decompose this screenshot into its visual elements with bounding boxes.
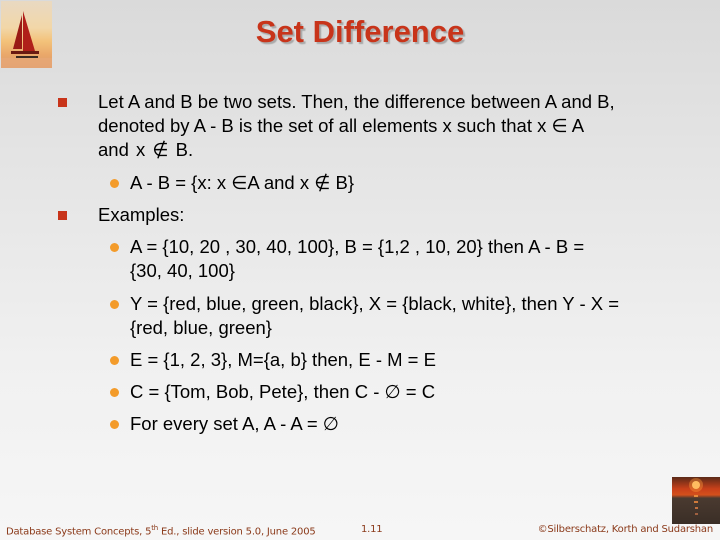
round-bullet-icon	[110, 179, 119, 188]
square-bullet-icon	[58, 211, 67, 220]
example-line: E = {1, 2, 3}, M={a, b} then, E - M = E	[130, 349, 436, 370]
footer-source: Database System Concepts, 5th Ed., slide…	[6, 524, 316, 537]
bullet-line: Examples:	[98, 204, 185, 225]
example-item: C = {Tom, Bob, Pete}, then C - ∅ = C	[110, 380, 670, 404]
round-bullet-icon	[110, 356, 119, 365]
footer-page-number: 1.11	[361, 524, 383, 535]
round-bullet-icon	[110, 420, 119, 429]
bullet-line: and x ∉ B.	[98, 139, 194, 160]
footer-source-sup: th	[151, 524, 159, 532]
example-line: For every set A, A - A = ∅	[130, 413, 339, 434]
example-item: A = {10, 20 , 30, 40, 100}, B = {1,2 , 1…	[110, 235, 670, 283]
example-line: A = {10, 20 , 30, 40, 100}, B = {1,2 , 1…	[130, 236, 585, 257]
sub-bullet-line: A - B = {x: x ∈A and x ∉ B}	[130, 172, 355, 193]
bullet-definition: Let A and B be two sets. Then, the diffe…	[58, 90, 688, 162]
round-bullet-icon	[110, 388, 119, 397]
bullet-line: denoted by A - B is the set of all eleme…	[98, 115, 585, 136]
round-bullet-icon	[110, 243, 119, 252]
slide-title: Set Difference	[255, 14, 465, 49]
bullet-examples: Examples:	[58, 203, 688, 227]
example-item: Y = {red, blue, green, black}, X = {blac…	[110, 292, 670, 340]
round-bullet-icon	[110, 300, 119, 309]
square-bullet-icon	[58, 98, 67, 107]
sub-bullet-formula: A - B = {x: x ∈A and x ∉ B}	[110, 171, 670, 195]
example-item: E = {1, 2, 3}, M={a, b} then, E - M = E	[110, 348, 670, 372]
example-line: {red, blue, green}	[130, 317, 272, 338]
example-item: For every set A, A - A = ∅	[110, 412, 670, 436]
sunset-logo-image	[672, 477, 720, 524]
example-line: {30, 40, 100}	[130, 260, 235, 281]
footer-source-prefix: Database System Concepts, 5	[6, 526, 152, 538]
example-line: Y = {red, blue, green, black}, X = {blac…	[130, 293, 620, 314]
example-line: C = {Tom, Bob, Pete}, then C - ∅ = C	[130, 381, 436, 402]
footer-source-suffix: Ed., slide version 5.0, June 2005	[158, 526, 316, 538]
bullet-line: Let A and B be two sets. Then, the diffe…	[98, 91, 615, 112]
footer-copyright: ©Silberschatz, Korth and Sudarshan	[537, 524, 714, 535]
